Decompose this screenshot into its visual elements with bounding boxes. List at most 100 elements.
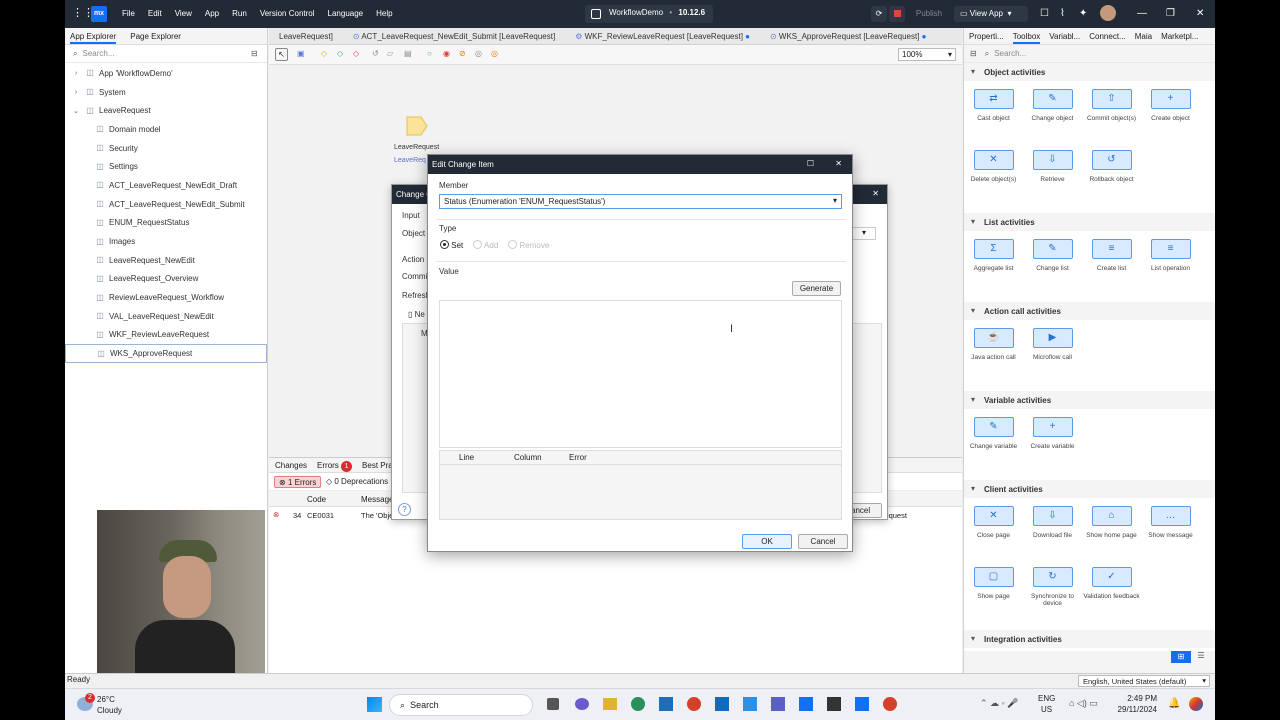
- toolbox-section-header[interactable]: List activities: [964, 213, 1215, 231]
- clock-date[interactable]: 29/11/2024: [1105, 705, 1157, 714]
- deprecations-filter-chip[interactable]: ◇ 0 Deprecations: [326, 477, 388, 486]
- collapse-all-icon[interactable]: ⊟: [251, 49, 258, 58]
- tree-item[interactable]: ◫ WKS_ApproveRequest: [65, 344, 267, 363]
- generate-button[interactable]: Generate: [792, 281, 841, 296]
- toolbox-item[interactable]: ↺ Rollback object: [1082, 150, 1141, 211]
- radio-add[interactable]: Add: [473, 240, 498, 250]
- toolbox-item[interactable]: Σ Aggregate list: [964, 239, 1023, 300]
- chrome-icon[interactable]: [687, 697, 701, 711]
- tree-item[interactable]: ⌄ ◫ LeaveRequest: [65, 101, 267, 120]
- toolbox-item[interactable]: ✓ Validation feedback: [1082, 567, 1141, 628]
- errors-filter-chip[interactable]: ⊗ 1 Errors: [274, 476, 322, 488]
- decision-tool-icon[interactable]: ◇: [321, 49, 327, 58]
- toolbox-section-header[interactable]: Integration activities: [964, 630, 1215, 648]
- tab-page-explorer[interactable]: Page Explorer: [130, 32, 181, 44]
- tab-best-practices[interactable]: Best Pra: [362, 461, 393, 472]
- comment-tool-icon[interactable]: ▤: [404, 49, 412, 58]
- toolbox-search[interactable]: ⊟ ⌕ Search...: [964, 45, 1215, 63]
- copilot-icon[interactable]: [575, 698, 589, 710]
- param-tool-icon[interactable]: ▱: [387, 49, 393, 58]
- network-volume-icons[interactable]: ⌂ ◁) ▭: [1069, 698, 1098, 709]
- mendix-taskbar-icon-2[interactable]: [855, 697, 869, 711]
- menu-item-edit[interactable]: Edit: [148, 9, 162, 18]
- outlook-icon[interactable]: [715, 697, 729, 711]
- continue-event-icon[interactable]: ◎: [491, 49, 498, 58]
- close-icon[interactable]: ✕: [835, 159, 842, 168]
- clock-time[interactable]: 2:49 PM: [1115, 694, 1157, 703]
- region-indicator[interactable]: US: [1041, 705, 1052, 714]
- terminal-icon[interactable]: [827, 697, 841, 711]
- toolbox-item[interactable]: ⇧ Commit object(s): [1082, 89, 1141, 150]
- language-select[interactable]: English, United States (default) ▾: [1078, 675, 1210, 687]
- store-icon[interactable]: [659, 697, 673, 711]
- publish-button[interactable]: Publish: [911, 6, 947, 22]
- expression-editor[interactable]: I: [439, 300, 842, 448]
- toolbox-item[interactable]: ☕ Java action call: [964, 328, 1023, 389]
- expand-arrow-icon[interactable]: ⌄: [71, 107, 81, 115]
- document-tab[interactable]: ⚙ WKF_ReviewLeaveRequest [LeaveRequest] …: [565, 28, 760, 44]
- tree-item[interactable]: ◫ ACT_LeaveRequest_NewEdit_Submit: [65, 195, 267, 214]
- tab-changes[interactable]: Changes: [275, 461, 307, 472]
- menu-item-app[interactable]: App: [205, 9, 219, 18]
- menu-item-file[interactable]: File: [122, 9, 135, 18]
- radio-remove[interactable]: Remove: [508, 240, 549, 250]
- toolbox-item[interactable]: + Create object: [1141, 89, 1200, 150]
- member-select[interactable]: Status (Enumeration 'ENUM_RequestStatus'…: [439, 194, 842, 209]
- chrome-icon-2[interactable]: [883, 697, 897, 711]
- tab-connect[interactable]: Connect...: [1089, 32, 1125, 44]
- toolbox-section-header[interactable]: Action call activities: [964, 302, 1215, 320]
- menu-item-version-control[interactable]: Version Control: [260, 9, 315, 18]
- expand-arrow-icon[interactable]: ›: [71, 70, 81, 77]
- tree-item[interactable]: ◫ Domain model: [65, 120, 267, 139]
- maximize-icon[interactable]: ☐: [807, 159, 814, 168]
- explorer-search-input[interactable]: Search...: [82, 49, 114, 58]
- close-icon[interactable]: ✕: [1196, 8, 1204, 19]
- vscode-icon[interactable]: [743, 697, 757, 711]
- pointer-tool-icon[interactable]: ↖: [275, 48, 288, 61]
- chevron-down-icon[interactable]: ▾: [852, 227, 876, 240]
- broom-icon[interactable]: ⌇: [1060, 8, 1065, 19]
- toolbox-item[interactable]: ⇩ Retrieve: [1023, 150, 1082, 211]
- tree-item[interactable]: ◫ LeaveRequest_NewEdit: [65, 251, 267, 270]
- tree-item[interactable]: ◫ WKF_ReviewLeaveRequest: [65, 326, 267, 345]
- toolbox-item[interactable]: ⇄ Cast object: [964, 89, 1023, 150]
- tab-properti[interactable]: Properti...: [969, 32, 1004, 44]
- menu-item-language[interactable]: Language: [328, 9, 364, 18]
- merge-tool-icon[interactable]: ◇: [337, 49, 343, 58]
- toolbox-item[interactable]: ✎ Change object: [1023, 89, 1082, 150]
- tab-toolbox[interactable]: Toolbox: [1012, 32, 1041, 44]
- start-event-icon[interactable]: ○: [427, 49, 432, 58]
- tree-item[interactable]: ◫ ACT_LeaveRequest_NewEdit_Draft: [65, 176, 267, 195]
- sparkle-icon[interactable]: ✦: [1079, 8, 1087, 19]
- edge-icon[interactable]: [631, 697, 645, 711]
- cancel-button[interactable]: Cancel: [798, 534, 848, 549]
- teams-icon[interactable]: [771, 697, 785, 711]
- tree-item[interactable]: ◫ VAL_LeaveRequest_NewEdit: [65, 307, 267, 326]
- toolbox-item[interactable]: ✎ Change variable: [964, 417, 1023, 478]
- app-grid-icon[interactable]: ⋮⋮⋮: [72, 8, 105, 19]
- taskbar-search[interactable]: ⌕ Search: [389, 694, 533, 716]
- zoom-select[interactable]: 100% ▾: [898, 48, 956, 61]
- document-tab[interactable]: LeaveRequest]: [269, 28, 343, 44]
- task-view-icon[interactable]: [547, 698, 559, 710]
- toolbox-item[interactable]: ≡ List operation: [1141, 239, 1200, 300]
- explorer-search[interactable]: ⌕ Search... ⊟: [65, 45, 267, 63]
- toolbox-item[interactable]: + Create variable: [1023, 417, 1082, 478]
- toolbox-item[interactable]: ▶ Microflow call: [1023, 328, 1082, 389]
- split-tool-icon[interactable]: ◇: [353, 49, 359, 58]
- tree-item[interactable]: ◫ ENUM_RequestStatus: [65, 214, 267, 233]
- toolbox-item[interactable]: … Show message: [1141, 506, 1200, 567]
- explorer-icon[interactable]: [603, 698, 617, 710]
- error-event-icon[interactable]: ⊘: [459, 49, 466, 58]
- document-tab[interactable]: ⊙ WKS_ApproveRequest [LeaveRequest] ●: [760, 28, 937, 44]
- help-icon[interactable]: ?: [398, 503, 411, 516]
- loop-tool-icon[interactable]: ↺: [372, 49, 379, 58]
- toolbox-item[interactable]: ✕ Delete object(s): [964, 150, 1023, 211]
- toolbox-item[interactable]: ✎ Change list: [1023, 239, 1082, 300]
- toolbox-section-header[interactable]: Object activities: [964, 63, 1215, 81]
- break-event-icon[interactable]: ◎: [475, 49, 482, 58]
- tray-icons[interactable]: ⌃ ☁ ◦ 🎤: [980, 698, 1018, 709]
- parameter-icon[interactable]: [405, 115, 429, 137]
- expand-arrow-icon[interactable]: ›: [71, 89, 81, 96]
- end-event-icon[interactable]: ◉: [443, 49, 450, 58]
